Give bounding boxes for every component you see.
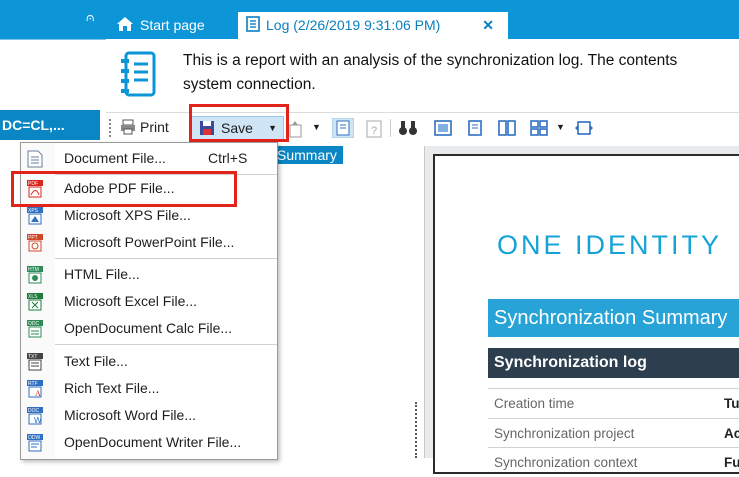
xps-file-icon: XPS (27, 207, 43, 225)
row-label: Creation time (494, 396, 575, 411)
report-description: This is a report with an analysis of the… (183, 49, 739, 97)
menu-item-label: OpenDocument Calc File... (64, 320, 233, 336)
tree-node-dc[interactable]: DC=CL,... (0, 110, 100, 140)
print-button[interactable]: Print (120, 119, 169, 135)
menu-item-text-file[interactable]: TXT Text File... (21, 348, 277, 375)
rtf-file-icon: RTF A (27, 380, 43, 398)
menu-item-label: HTML File... (64, 266, 140, 282)
text-badge-text: TXT (28, 354, 37, 360)
preview-page: ONE IDENTITY Synchronization Summary Syn… (433, 154, 739, 474)
export-dropdown-icon[interactable]: ▼ (312, 122, 321, 132)
ppt-badge-text: PPT (28, 235, 38, 241)
multiple-pages-icon[interactable] (530, 120, 548, 136)
log-section-header: Synchronization log (488, 348, 739, 378)
pages-dropdown-icon[interactable]: ▼ (556, 122, 565, 132)
pdf-highlight-box (11, 171, 237, 207)
menu-item-shortcut: Ctrl+S (208, 150, 248, 166)
menu-item-label: OpenDocument Writer File... (64, 434, 242, 450)
tab-start-label: Start page (140, 17, 205, 33)
save-highlight-box (189, 104, 289, 142)
binoculars-icon[interactable] (398, 120, 418, 136)
one-identity-logo: ONE IDENTITY (497, 230, 723, 260)
menu-item-label: Microsoft Excel File... (64, 293, 198, 309)
menu-item-label: Rich Text File... (64, 380, 160, 396)
parameters-icon[interactable] (332, 118, 354, 138)
log-report-icon (246, 16, 260, 32)
menu-separator (55, 344, 277, 345)
row-value: Acti (724, 426, 739, 441)
html-badge-text: HTM (28, 267, 39, 273)
menu-separator (55, 258, 277, 259)
pin-icon[interactable]: ⩀ (86, 10, 94, 25)
printer-icon (121, 119, 135, 135)
tab-log[interactable]: Log (2/26/2019 9:31:06 PM) ✕ (238, 12, 508, 39)
odt-badge-text: ODW (28, 435, 41, 441)
ods-file-icon: ODC (27, 320, 43, 338)
tab-start-page[interactable]: Start page (116, 12, 205, 39)
odt-file-icon: ODW (27, 434, 43, 452)
help-page-icon[interactable]: ? (366, 120, 382, 138)
toolbar-grip-icon (109, 119, 114, 137)
svg-text:A: A (35, 389, 41, 398)
preview-row: Synchronization project Acti (488, 418, 739, 447)
menu-item-document-file[interactable]: Document File... Ctrl+S (21, 145, 277, 172)
print-label: Print (140, 119, 169, 135)
home-icon (117, 17, 133, 31)
menu-item-label: Document File... (64, 150, 166, 166)
text-file-icon: TXT (27, 353, 43, 371)
svg-text:W: W (34, 416, 42, 425)
description-line-2: system connection. (183, 76, 316, 93)
ppt-file-icon: PPT (27, 234, 43, 252)
row-label: Synchronization project (494, 426, 635, 441)
document-file-icon (27, 150, 43, 168)
export-icon[interactable] (288, 120, 304, 138)
menu-item-rtf-file[interactable]: RTF A Rich Text File... (21, 375, 277, 402)
two-pages-icon[interactable] (498, 120, 516, 136)
row-value: Tue (724, 396, 739, 411)
word-badge-text: DOC (28, 408, 40, 414)
word-file-icon: DOC W (27, 407, 43, 425)
tab-log-label: Log (2/26/2019 9:31:06 PM) (266, 17, 441, 33)
pane-splitter[interactable] (415, 402, 420, 458)
row-label: Synchronization context (494, 455, 638, 470)
menu-item-ods-file[interactable]: ODC OpenDocument Calc File... (21, 315, 277, 342)
rtf-badge-text: RTF (28, 381, 38, 387)
single-page-icon[interactable] (434, 120, 452, 136)
document-map-summary[interactable]: Summary (275, 146, 343, 164)
tab-strip: Start page Log (2/26/2019 9:31:06 PM) ✕ (106, 0, 739, 39)
page-width-icon[interactable] (466, 120, 484, 136)
report-header: This is a report with an analysis of the… (106, 39, 739, 112)
preview-row: Creation time Tue (488, 388, 739, 417)
toolbar-separator (390, 119, 391, 137)
html-file-icon: HTM (27, 266, 43, 284)
menu-item-label: Text File... (64, 353, 128, 369)
xps-badge-text: XPS (28, 208, 39, 214)
ods-badge-text: ODC (28, 321, 40, 327)
menu-item-html-file[interactable]: HTM HTML File... (21, 261, 277, 288)
panel-divider (0, 39, 106, 40)
menu-item-label: Microsoft Word File... (64, 407, 196, 423)
report-preview: ONE IDENTITY Synchronization Summary Syn… (424, 146, 739, 474)
report-icon (121, 51, 156, 97)
menu-item-word-file[interactable]: DOC W Microsoft Word File... (21, 402, 277, 429)
fit-page-icon[interactable] (574, 120, 594, 136)
description-line-1: This is a report with an analysis of the… (183, 52, 678, 69)
menu-item-ppt-file[interactable]: PPT Microsoft PowerPoint File... (21, 229, 277, 256)
menu-item-label: Microsoft PowerPoint File... (64, 234, 235, 250)
svg-text:?: ? (371, 125, 377, 137)
summary-title: Synchronization Summary (488, 299, 739, 337)
excel-badge-text: XLS (28, 294, 38, 300)
row-value: Full (724, 455, 739, 470)
close-tab-icon[interactable]: ✕ (482, 12, 494, 39)
menu-item-odt-file[interactable]: ODW OpenDocument Writer File... (21, 429, 277, 456)
excel-file-icon: XLS (27, 293, 43, 311)
menu-item-excel-file[interactable]: XLS Microsoft Excel File... (21, 288, 277, 315)
preview-row: Synchronization context Full (488, 447, 739, 476)
